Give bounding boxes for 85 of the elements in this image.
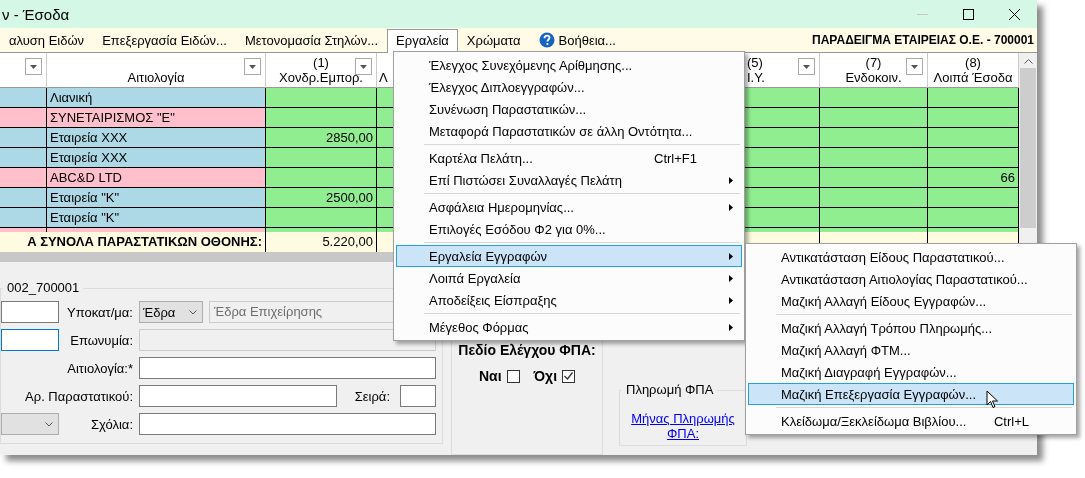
input-field[interactable] [139, 385, 337, 407]
checkbox-label: Όχι [533, 368, 558, 384]
chevron-down-icon [189, 309, 197, 315]
dropdown-arrow-icon [803, 64, 810, 69]
link[interactable]: Μήνας Πληρωμής ΦΠΑ: [624, 411, 742, 441]
menu-item[interactable]: Αντικατάσταση Είδους Παραστατικού... [748, 246, 1074, 268]
menu-item[interactable]: Καρτέλα Πελάτη... Ctrl+F1 [396, 147, 742, 169]
scrollbar-thumb[interactable] [1020, 68, 1036, 228]
close-icon [1008, 8, 1020, 20]
table-cell: Εταιρεία ΧΧΧ [47, 148, 266, 168]
checkbox[interactable] [562, 369, 576, 383]
menu-item[interactable]: Έλεγχος Συνεχόμενης Αρίθμησης... [396, 54, 742, 76]
totals-label: Α ΣΥΝΟΛΑ ΠΑΡΑΣΤΑΤΙΚΩΝ ΟΘΟΝΗΣ: [0, 232, 266, 252]
check-icon [564, 372, 574, 380]
section-title: Πεδίο Ελέγχου ΦΠΑ: [458, 342, 596, 358]
table-cell: ABC&D LTD [47, 168, 266, 188]
menu-item[interactable]: Κλείδωμα/Ξεκλείδωμα Βιβλίου... Ctrl+L [748, 410, 1074, 432]
table-cell [0, 128, 47, 148]
field-label: Επωνυμία: [69, 332, 134, 348]
dropdown[interactable]: Έδρα [139, 301, 203, 323]
dropdown-arrow-icon [360, 64, 367, 69]
menu-item[interactable]: Χρώματα [457, 28, 530, 52]
filter-button[interactable] [906, 58, 923, 75]
group-title: 002_700001 [3, 280, 84, 295]
window-title: ν - Έσοδα [1, 5, 71, 23]
company-name: ΠΑΡΑΔΕΙΓΜΑ ΕΤΑΙΡΕΙΑΣ Ο.Ε. - 700001 [812, 33, 1035, 47]
filter-button[interactable] [798, 58, 815, 75]
table-cell [0, 168, 47, 188]
table-cell [0, 88, 47, 108]
table-cell: Εταιρεία "Κ" [47, 208, 266, 228]
table-cell [0, 148, 47, 168]
menu-item[interactable]: Μαζική Επεξεργασία Εγγραφών... [748, 383, 1074, 405]
menu-item[interactable]: Μαζική Διαγραφή Εγγραφών... [748, 361, 1074, 383]
totals-cell: 5.220,00 [266, 232, 377, 252]
filter-button[interactable] [355, 58, 372, 75]
table-cell [0, 188, 47, 208]
dropdown-arrow-icon [30, 64, 37, 69]
menu-item[interactable]: Μεταφορά Παραστατικών σε άλλη Οντότητα... [396, 120, 742, 142]
menu-item[interactable]: Εργαλεία [387, 28, 458, 54]
chevron-down-icon [45, 421, 53, 427]
input-field[interactable] [400, 385, 436, 407]
menu-item[interactable]: Ασφάλεια Ημερομηνίας... [396, 196, 742, 218]
dropdown-arrow-icon [911, 64, 918, 69]
dropdown-arrow-icon [249, 64, 256, 69]
scroll-up-icon [1023, 59, 1033, 64]
menu-item[interactable]: Έλεγχος Διπλοεγγραφών... [396, 76, 742, 98]
menu-item[interactable]: Εργαλεία Εγγραφών [396, 245, 742, 267]
field-label: Σειρά: [353, 388, 391, 404]
input-field[interactable] [1, 329, 59, 351]
input-field[interactable] [139, 413, 436, 435]
menu-item[interactable]: Επιλογές Εσόδου Φ2 για 0%... [396, 218, 742, 240]
table-cell: Λιανική [47, 88, 266, 108]
menu-item[interactable]: Μαζική Αλλαγή ΦΤΜ... [748, 339, 1074, 361]
table-cell [0, 108, 47, 128]
filter-button[interactable] [244, 58, 261, 75]
menu-item[interactable]: Συνένωση Παραστατικών... [396, 98, 742, 120]
group-title: Πληρωμή ΦΠΑ [622, 382, 718, 397]
input-field[interactable] [1, 301, 59, 323]
input-field[interactable] [139, 357, 436, 379]
menu-item[interactable]: Λοιπά Εργαλεία [396, 267, 742, 289]
filter-button[interactable] [25, 58, 42, 75]
table-cell: Εταιρεία "Κ" [47, 188, 266, 208]
table-cell: 2850,00 [266, 128, 377, 148]
field-label: Σχόλια: [90, 416, 134, 432]
checkbox[interactable] [506, 369, 520, 383]
table-cell: 2500,00 [266, 188, 377, 208]
menu-item[interactable]: Μετονομασία Στηλών... [235, 28, 388, 52]
menu-item[interactable]: Αντικατάσταση Αιτιολογίας Παραστατικού... [748, 268, 1074, 290]
checkbox-label: Ναι [478, 368, 502, 384]
help-icon [538, 32, 555, 48]
table-cell: 66 [928, 168, 1019, 188]
table-cell: Εταιρεία ΧΧΧ [47, 128, 266, 148]
table-cell [0, 208, 47, 228]
menu-item[interactable]: Επί Πιστώσει Συναλλαγές Πελάτη [396, 169, 742, 191]
field-label: Υποκατ/μα: [66, 304, 134, 320]
menu-item[interactable]: Μαζική Αλλαγή Τρόπου Πληρωμής... [748, 317, 1074, 339]
mouse-pointer-icon [986, 390, 999, 409]
menu-item[interactable]: Επεξεργασία Ειδών... [93, 28, 236, 52]
maximize-icon [962, 8, 974, 20]
field-label: Αιτιολογία:* [66, 360, 134, 376]
menu-item[interactable]: Μαζική Αλλαγή Είδους Εγγραφών... [748, 290, 1074, 312]
menu-item[interactable]: Βοήθεια... [529, 28, 625, 52]
table-cell: ΣΥΝΕΤΑΙΡΙΣΜΟΣ "Ε" [47, 108, 266, 128]
menu-item[interactable]: αλυση Ειδών [0, 28, 94, 52]
field-label: Αρ. Παραστατικού: [24, 388, 134, 404]
